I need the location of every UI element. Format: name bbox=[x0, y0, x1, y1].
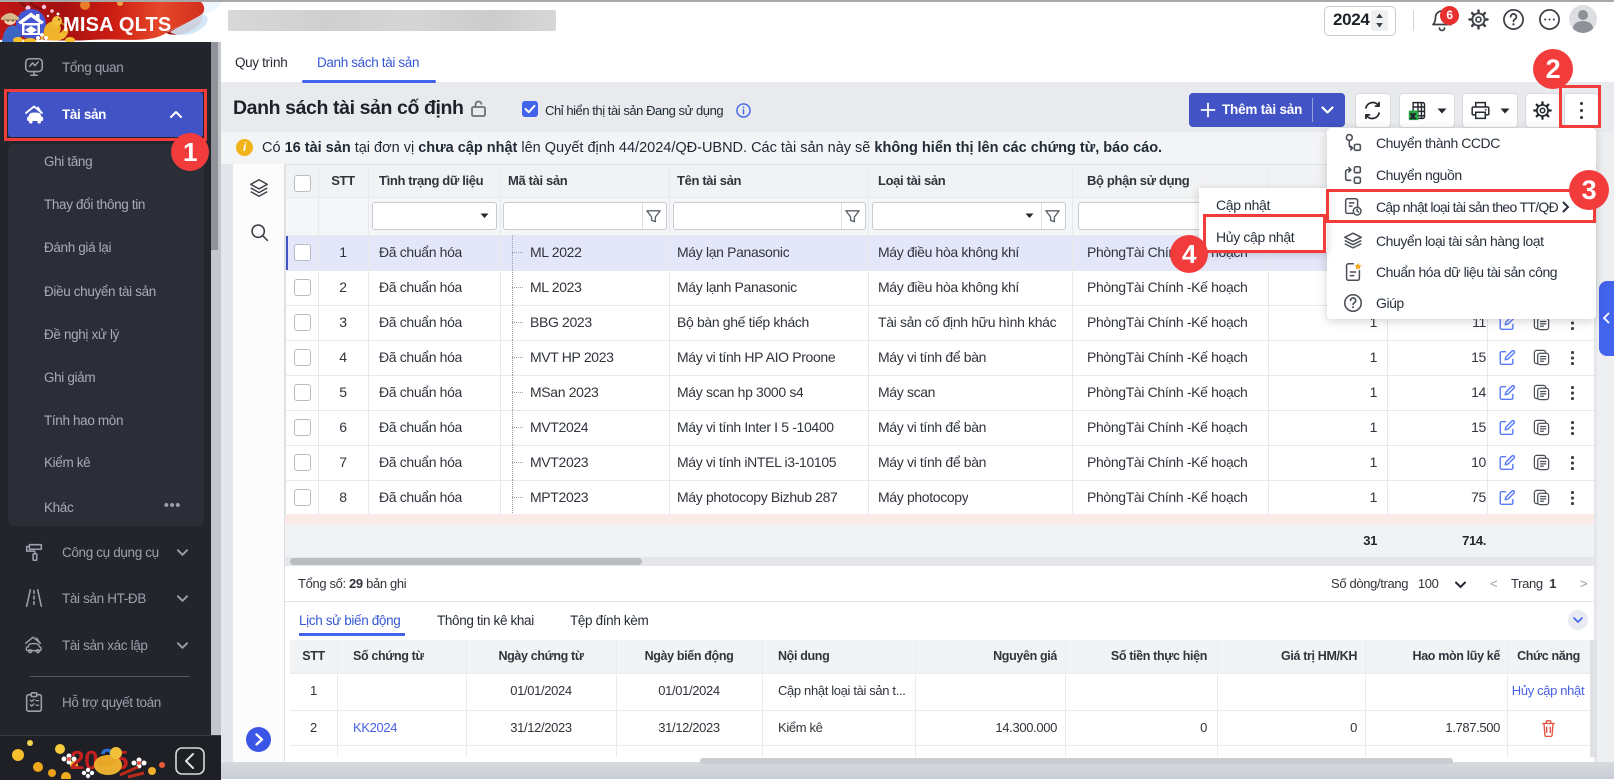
svg-text:20: 20 bbox=[70, 745, 98, 775]
svg-text:MISA QLTS: MISA QLTS bbox=[63, 14, 171, 36]
svg-text:x: x bbox=[1411, 110, 1416, 120]
